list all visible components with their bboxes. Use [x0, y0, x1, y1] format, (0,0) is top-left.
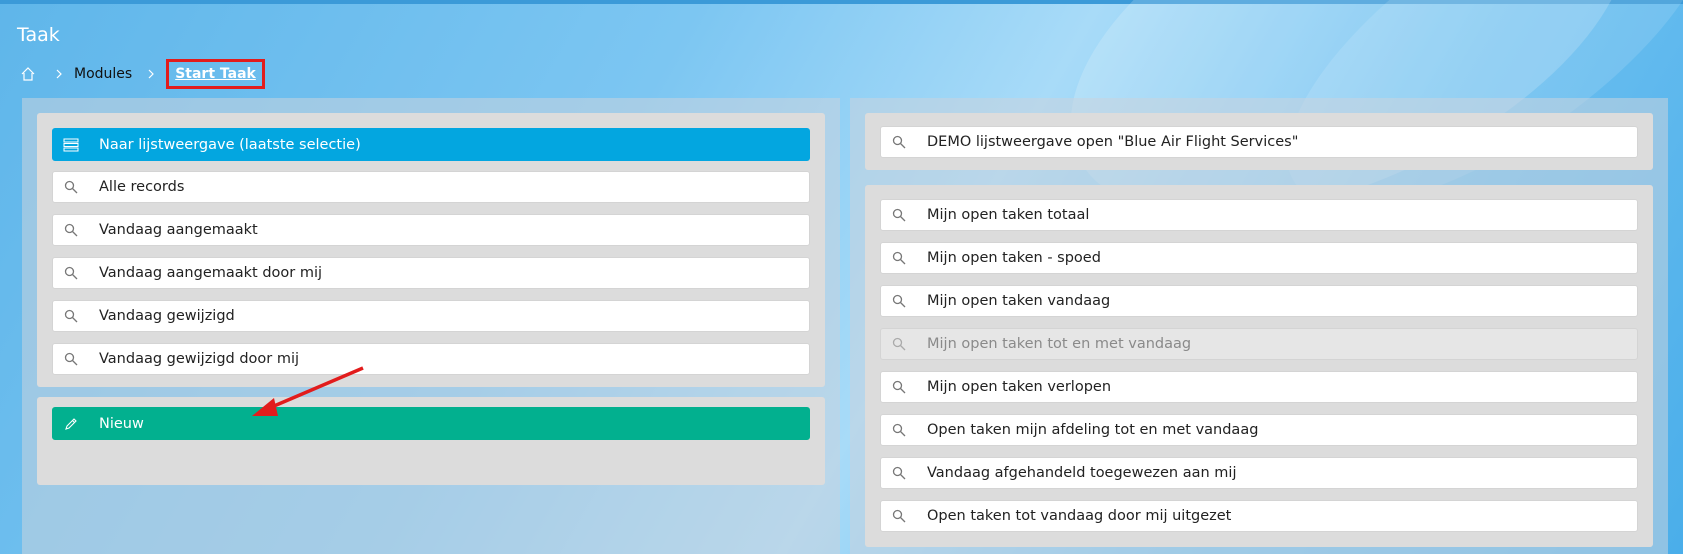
- search-icon: [891, 134, 907, 150]
- list-view-button-label: Naar lijstweergave (laatste selectie): [99, 136, 361, 153]
- demo-list-label: DEMO lijstweergave open "Blue Air Flight…: [927, 134, 1299, 150]
- breadcrumb-current[interactable]: Start Taak: [166, 59, 265, 89]
- list-view-button[interactable]: Naar lijstweergave (laatste selectie): [52, 128, 810, 161]
- search-icon: [891, 422, 907, 438]
- search-item-label: Vandaag gewijzigd: [99, 308, 235, 324]
- chevron-right-icon: [148, 69, 155, 79]
- list-icon: [63, 137, 79, 153]
- search-item-label: Mijn open taken verlopen: [927, 379, 1112, 395]
- search-item[interactable]: Vandaag gewijzigd door mij: [52, 343, 810, 375]
- search-item[interactable]: Mijn open taken verlopen: [880, 371, 1638, 403]
- home-icon[interactable]: [20, 66, 36, 82]
- search-item[interactable]: Vandaag afgehandeld toegewezen aan mij: [880, 457, 1638, 489]
- page-title: Taak: [17, 24, 60, 46]
- search-icon: [63, 179, 79, 195]
- search-icon: [891, 250, 907, 266]
- search-icon: [63, 308, 79, 324]
- search-item[interactable]: Mijn open taken totaal: [880, 199, 1638, 231]
- search-item[interactable]: Open taken tot vandaag door mij uitgezet: [880, 500, 1638, 532]
- right-search-card: [865, 185, 1653, 547]
- search-item-label: Mijn open taken vandaag: [927, 293, 1111, 309]
- demo-list-button[interactable]: DEMO lijstweergave open "Blue Air Flight…: [880, 126, 1638, 158]
- breadcrumb-modules[interactable]: Modules: [74, 66, 132, 82]
- search-icon: [63, 351, 79, 367]
- search-item-disabled: Mijn open taken tot en met vandaag: [880, 328, 1638, 360]
- search-item-label: Vandaag aangemaakt door mij: [99, 265, 323, 281]
- search-icon: [63, 265, 79, 281]
- search-item[interactable]: Open taken mijn afdeling tot en met vand…: [880, 414, 1638, 446]
- search-item-label: Mijn open taken totaal: [927, 207, 1090, 223]
- search-icon: [891, 293, 907, 309]
- breadcrumb: Modules Start Taak: [20, 59, 265, 89]
- search-item-label: Vandaag afgehandeld toegewezen aan mij: [927, 465, 1237, 481]
- search-item-label: Vandaag aangemaakt: [99, 222, 258, 238]
- search-item[interactable]: Vandaag aangemaakt: [52, 214, 810, 246]
- search-item[interactable]: Alle records: [52, 171, 810, 203]
- search-icon: [891, 336, 907, 352]
- search-icon: [891, 465, 907, 481]
- search-item-label: Mijn open taken tot en met vandaag: [927, 336, 1192, 352]
- search-item-label: Mijn open taken - spoed: [927, 250, 1101, 266]
- new-button[interactable]: Nieuw: [52, 407, 810, 440]
- new-button-label: Nieuw: [99, 415, 144, 432]
- pencil-icon: [63, 416, 79, 432]
- annotation-arrow: [252, 366, 364, 416]
- search-icon: [891, 207, 907, 223]
- search-item[interactable]: Mijn open taken vandaag: [880, 285, 1638, 317]
- search-item-label: Open taken tot vandaag door mij uitgezet: [927, 508, 1232, 524]
- search-icon: [891, 379, 907, 395]
- search-item[interactable]: Vandaag gewijzigd: [52, 300, 810, 332]
- search-item-label: Open taken mijn afdeling tot en met vand…: [927, 422, 1259, 438]
- search-icon: [63, 222, 79, 238]
- search-item[interactable]: Mijn open taken - spoed: [880, 242, 1638, 274]
- search-item-label: Alle records: [99, 179, 185, 195]
- chevron-right-icon: [56, 69, 62, 79]
- search-icon: [891, 508, 907, 524]
- search-item[interactable]: Vandaag aangemaakt door mij: [52, 257, 810, 289]
